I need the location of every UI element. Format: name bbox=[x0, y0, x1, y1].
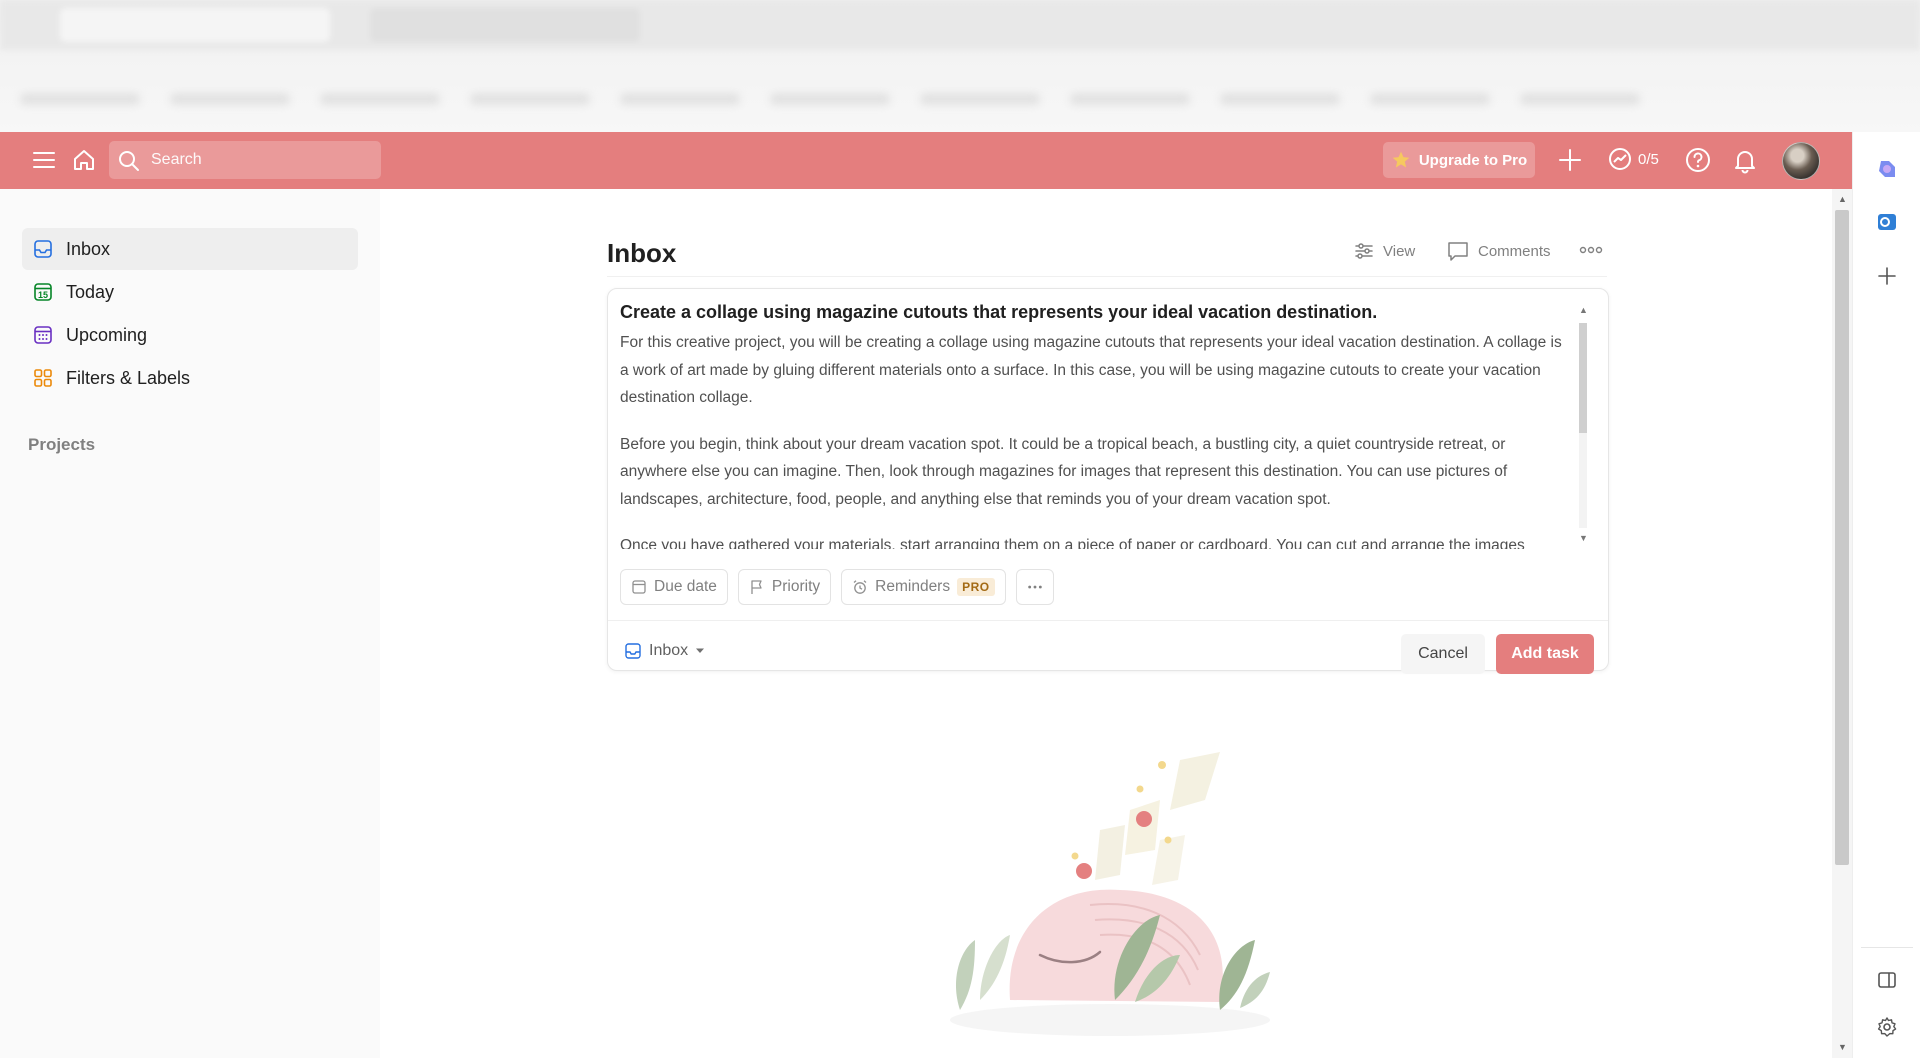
browser-chrome bbox=[0, 0, 1920, 132]
priority-label: Priority bbox=[771, 578, 821, 595]
plus-icon[interactable] bbox=[1556, 146, 1584, 174]
bookmarks-bar bbox=[20, 92, 1860, 114]
more-actions-icon[interactable] bbox=[1015, 569, 1054, 605]
page-scrollbar[interactable]: ▲ ▼ bbox=[1832, 189, 1852, 1058]
sidebar-item-filters-labels[interactable]: Filters & Labels bbox=[22, 357, 358, 399]
task-editor-text-area[interactable]: Create a collage using magazine cutouts … bbox=[620, 299, 1570, 549]
due-date-button[interactable]: Due date bbox=[620, 569, 728, 605]
add-task-button[interactable]: Add task bbox=[1496, 634, 1594, 674]
sidebar-item-upcoming[interactable]: Upcoming bbox=[22, 314, 358, 356]
project-label: Inbox bbox=[649, 642, 689, 659]
copilot-icon[interactable] bbox=[1875, 157, 1899, 181]
title-divider bbox=[607, 276, 1607, 277]
outlook-icon[interactable] bbox=[1875, 210, 1899, 234]
sliders-icon bbox=[1355, 243, 1373, 259]
add-panel-icon[interactable] bbox=[1875, 264, 1899, 288]
sidebar-item-label: Today bbox=[66, 281, 115, 302]
browser-tab[interactable] bbox=[60, 8, 330, 42]
panel-divider bbox=[1861, 947, 1913, 948]
projects-heading[interactable]: Projects bbox=[28, 435, 95, 455]
browser-tab-strip bbox=[0, 0, 1920, 50]
sidebar-item-label: Filters & Labels bbox=[66, 367, 191, 388]
split-view-icon[interactable] bbox=[1875, 968, 1899, 992]
reminders-label: Reminders bbox=[875, 578, 951, 595]
left-sidebar: Inbox 15 Today Upcoming Filters & Labels… bbox=[0, 189, 380, 1058]
sidebar-item-label: Upcoming bbox=[66, 324, 148, 345]
inbox-icon bbox=[32, 238, 54, 260]
productivity-count: 0/5 bbox=[1638, 150, 1659, 168]
reminders-button[interactable]: Reminders PRO bbox=[841, 569, 1006, 605]
avatar[interactable] bbox=[1782, 142, 1820, 180]
empty-state-illustration bbox=[950, 752, 1270, 1036]
menu-icon[interactable] bbox=[30, 146, 58, 174]
app-top-bar: Search Upgrade to Pro 0/5 bbox=[0, 132, 1852, 189]
page-title: Inbox bbox=[607, 238, 677, 268]
inbox-icon bbox=[625, 643, 641, 659]
scrollbar-thumb[interactable] bbox=[1579, 323, 1587, 433]
sidebar-item-label: Inbox bbox=[66, 238, 111, 259]
description-paragraph: For this creative project, you will be c… bbox=[620, 334, 1562, 406]
description-paragraph: Before you begin, think about your dream… bbox=[620, 435, 1508, 508]
calendar-grid-icon bbox=[32, 324, 54, 346]
more-options-icon[interactable] bbox=[1578, 241, 1604, 259]
description-scrollbar[interactable]: ▲ ▼ bbox=[1576, 301, 1590, 549]
star-icon bbox=[1392, 151, 1410, 168]
alarm-clock-icon bbox=[853, 580, 867, 594]
upgrade-label: Upgrade to Pro bbox=[1418, 151, 1528, 169]
scroll-down-arrow-icon[interactable]: ▼ bbox=[1838, 1042, 1847, 1052]
task-editor: Create a collage using magazine cutouts … bbox=[607, 288, 1609, 674]
gear-icon[interactable] bbox=[1875, 1015, 1899, 1039]
trend-icon bbox=[1609, 148, 1631, 170]
search-placeholder: Search bbox=[151, 151, 202, 168]
scroll-down-arrow-icon[interactable]: ▼ bbox=[1579, 533, 1588, 543]
main-content: Inbox View Comments Create a collage usi… bbox=[380, 189, 1832, 1058]
pro-badge: PRO bbox=[957, 578, 995, 596]
comment-icon bbox=[1448, 242, 1468, 261]
comments-label: Comments bbox=[1478, 242, 1551, 260]
today-date-number: 15 bbox=[38, 290, 49, 300]
grid-icon bbox=[32, 367, 54, 389]
scrollbar-thumb[interactable] bbox=[1835, 210, 1849, 865]
sidebar-item-inbox[interactable]: Inbox bbox=[22, 228, 358, 270]
chevron-down-icon bbox=[696, 648, 705, 653]
productivity-button[interactable]: 0/5 bbox=[1608, 147, 1659, 171]
scroll-up-arrow-icon[interactable]: ▲ bbox=[1838, 194, 1847, 204]
view-label: View bbox=[1383, 242, 1416, 260]
sidebar-item-today[interactable]: 15 Today bbox=[22, 271, 358, 313]
upgrade-button[interactable]: Upgrade to Pro bbox=[1383, 142, 1535, 178]
view-button[interactable]: View bbox=[1353, 240, 1415, 262]
flag-icon bbox=[751, 580, 762, 594]
browser-tab[interactable] bbox=[370, 8, 640, 42]
task-description-field[interactable]: For this creative project, you will be c… bbox=[620, 329, 1570, 549]
priority-button[interactable]: Priority bbox=[737, 569, 832, 605]
search-icon bbox=[119, 151, 139, 171]
browser-side-panel bbox=[1852, 132, 1920, 1058]
due-date-label: Due date bbox=[654, 578, 717, 595]
scroll-up-arrow-icon[interactable]: ▲ bbox=[1579, 305, 1588, 315]
cancel-button[interactable]: Cancel bbox=[1401, 634, 1485, 674]
help-icon[interactable] bbox=[1684, 146, 1712, 174]
home-icon[interactable] bbox=[70, 146, 98, 174]
calendar-today-icon: 15 bbox=[32, 281, 54, 303]
project-selector[interactable]: Inbox bbox=[624, 642, 705, 660]
bell-icon[interactable] bbox=[1731, 146, 1759, 174]
description-paragraph: Once you have gathered your materials, s… bbox=[620, 537, 1525, 549]
task-name-field[interactable]: Create a collage using magazine cutouts … bbox=[620, 299, 1570, 325]
search-input[interactable]: Search bbox=[109, 141, 381, 179]
editor-divider bbox=[608, 620, 1608, 621]
calendar-icon bbox=[632, 580, 646, 594]
task-attribute-chips: Due date Priority Reminders PRO bbox=[620, 569, 1054, 605]
comments-button[interactable]: Comments bbox=[1446, 240, 1551, 262]
